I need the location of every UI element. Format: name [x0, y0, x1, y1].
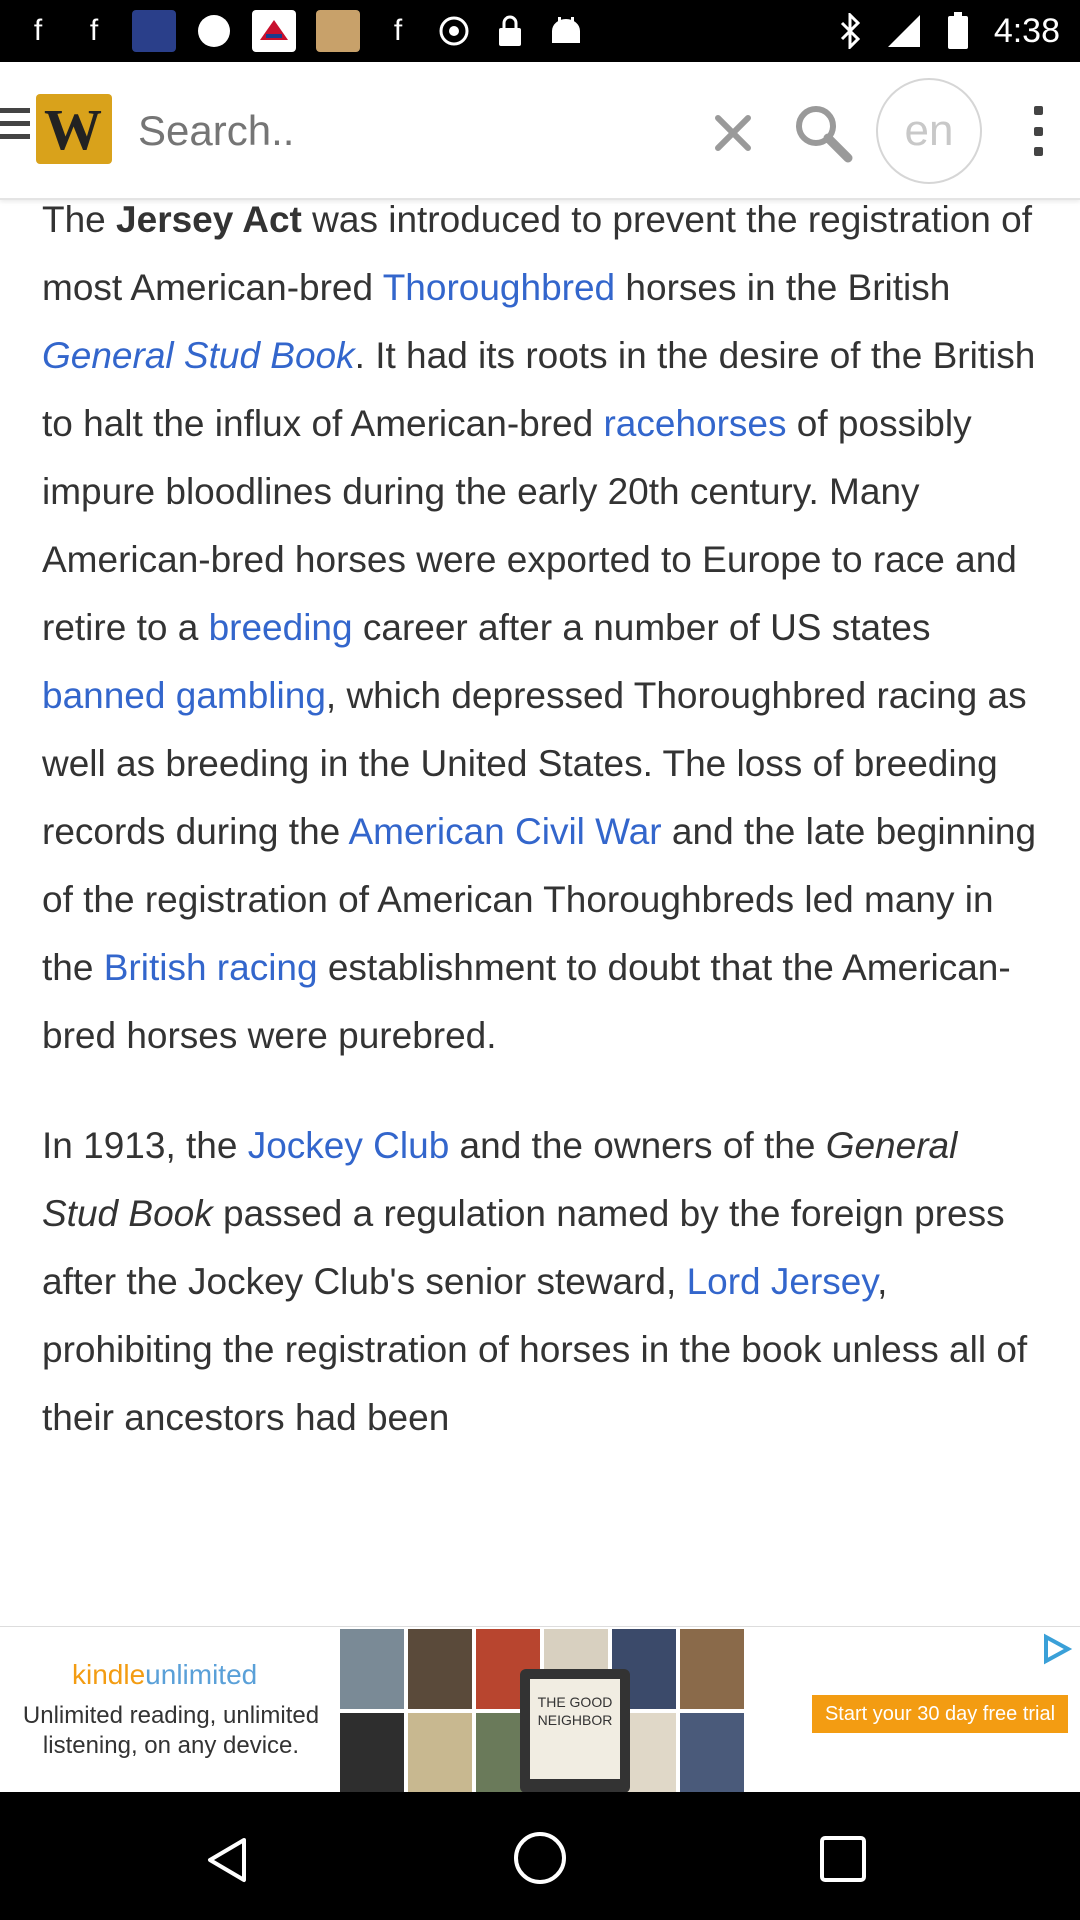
facebook-icon: f: [393, 14, 403, 47]
facebook-icon: f: [89, 14, 99, 47]
article-link[interactable]: British racing: [104, 947, 318, 988]
article-link[interactable]: racehorses: [603, 403, 786, 444]
article-paragraph: The Jersey Act was introduced to prevent…: [42, 186, 1042, 1070]
article-text: career after a number of US states: [352, 607, 931, 648]
overflow-menu-icon[interactable]: [1026, 106, 1050, 156]
navigation-bar: [0, 1792, 1080, 1920]
article-text: In 1913, the: [42, 1125, 248, 1166]
signal-icon: [886, 13, 922, 49]
app-logo[interactable]: W: [36, 94, 112, 164]
article-paragraph: In 1913, the Jockey Club and the owners …: [42, 1112, 1042, 1452]
ad-device-image: THE GOOD NEIGHBOR: [520, 1669, 630, 1793]
lock-icon: [492, 13, 528, 49]
article-link[interactable]: Jockey Club: [248, 1125, 450, 1166]
menu-icon[interactable]: [0, 108, 30, 148]
battery-icon: [940, 12, 976, 49]
ad-choices-icon[interactable]: [1038, 1631, 1074, 1667]
search-icon[interactable]: [790, 100, 856, 166]
ad-cta-button[interactable]: Start your 30 day free trial: [812, 1695, 1068, 1733]
article-link[interactable]: Lord Jersey: [687, 1261, 878, 1302]
ad-brand: kindleunlimited: [72, 1659, 258, 1690]
android-icon: [548, 13, 584, 49]
language-label: en: [904, 106, 954, 155]
ad-tagline: Unlimited reading, unlimited listening, …: [22, 1702, 320, 1759]
article-text: and the owners of the: [449, 1125, 826, 1166]
app-bar: W en: [0, 62, 1080, 200]
ad-banner[interactable]: kindleunlimited Unlimited reading, unlim…: [0, 1626, 1080, 1793]
alarm-icon: [436, 13, 472, 49]
recent-apps-icon[interactable]: [816, 1832, 870, 1886]
app-thumbnail: [316, 10, 360, 52]
airline-icon: [252, 10, 296, 52]
article-text: horses in the British: [615, 267, 951, 308]
back-icon[interactable]: [200, 1832, 256, 1888]
article-link[interactable]: American Civil War: [348, 811, 661, 852]
search-input[interactable]: [136, 100, 680, 162]
article-link[interactable]: breeding: [209, 607, 353, 648]
home-icon[interactable]: [510, 1828, 570, 1888]
article-link[interactable]: General Stud Book: [42, 335, 355, 376]
article-link[interactable]: Thoroughbred: [383, 267, 615, 308]
article-link[interactable]: banned gambling: [42, 675, 326, 716]
logo-letter: W: [44, 97, 102, 162]
status-bar: f f f 4:38: [0, 0, 1080, 62]
article-text: The: [42, 199, 117, 240]
clock: 4:38: [993, 11, 1060, 50]
app-thumbnail: [132, 10, 176, 52]
circle-icon: [196, 13, 232, 49]
article-text: Jersey Act: [116, 199, 302, 240]
article-body: The Jersey Act was introduced to prevent…: [42, 186, 1042, 1452]
bluetooth-icon: [832, 13, 868, 49]
close-icon[interactable]: [706, 106, 760, 160]
facebook-icon: f: [33, 14, 43, 47]
language-button[interactable]: en: [876, 78, 982, 184]
